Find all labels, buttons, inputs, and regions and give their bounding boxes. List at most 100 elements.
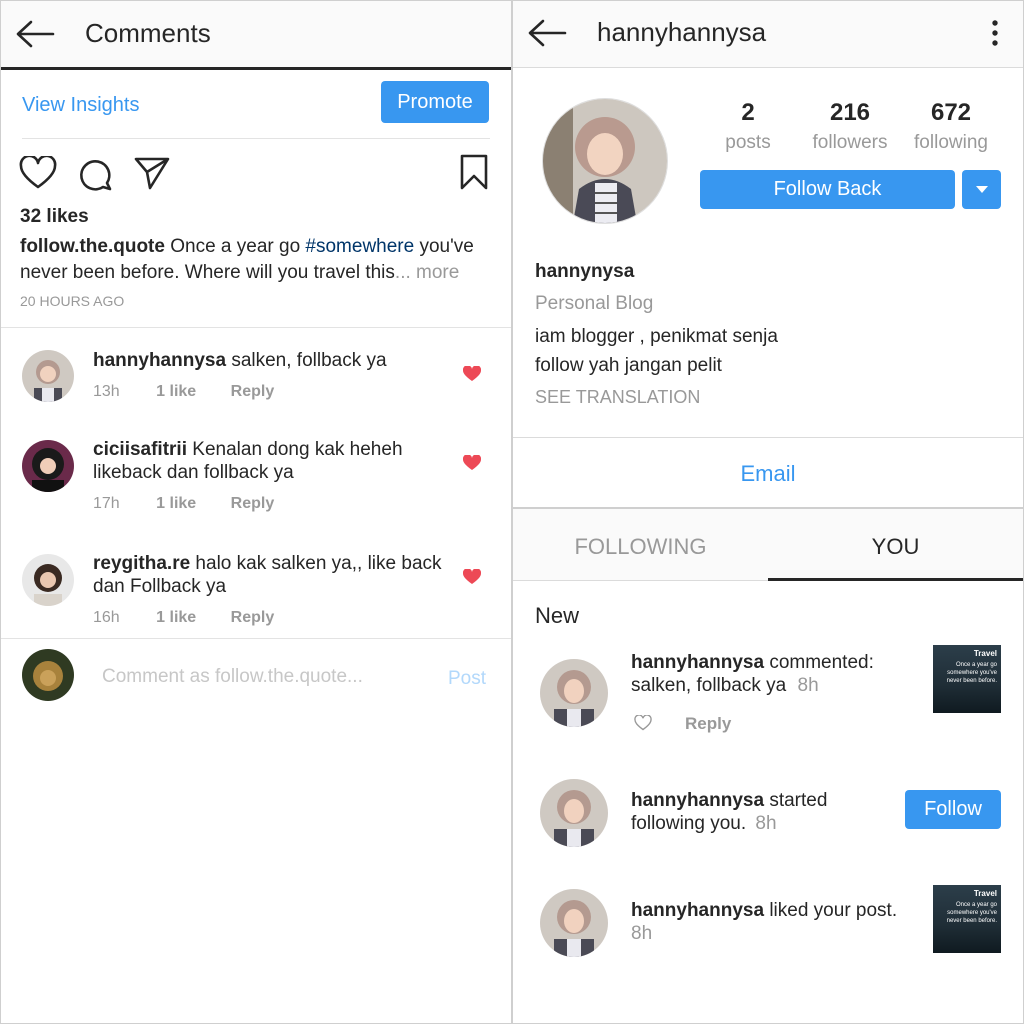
notification-text: hannyhannysa started following you. 8h: [631, 789, 871, 835]
notification-username[interactable]: hannyhannysa: [631, 652, 764, 673]
thumbnail-title: Travel: [973, 649, 997, 658]
likes-count[interactable]: 32 likes: [20, 206, 89, 228]
thumbnail-caption: Once a year go somewhere you've never be…: [946, 662, 997, 684]
comment-text: hannyhannysa salken, follback ya: [93, 349, 453, 372]
stat-label: following: [914, 132, 988, 153]
comment-input[interactable]: Comment as follow.the.quote...: [102, 666, 422, 688]
section-title: New: [535, 603, 580, 628]
header-shadow: [1, 67, 511, 70]
view-insights-link[interactable]: View Insights: [22, 94, 139, 117]
heart-icon[interactable]: [463, 569, 481, 585]
hashtag-link[interactable]: #somewhere: [305, 236, 414, 257]
stat-value: 216: [829, 99, 871, 126]
comment-time: 17h: [93, 495, 120, 512]
post-caption: follow.the.quote Once a year go #somewhe…: [20, 234, 495, 286]
post-thumbnail[interactable]: Travel Once a year go somewhere you've n…: [933, 645, 1001, 713]
comment-likes[interactable]: 1 like: [156, 495, 196, 512]
comment-text: ciciisafitrii Kenalan dong kak heheh lik…: [93, 438, 453, 484]
heart-icon[interactable]: [463, 366, 481, 382]
profile-header: hannyhannysa: [513, 1, 1023, 67]
comment-likes[interactable]: 1 like: [156, 609, 196, 626]
reply-button[interactable]: Reply: [685, 714, 731, 734]
notification-body: liked your post.: [764, 900, 898, 921]
share-icon[interactable]: [133, 155, 171, 191]
post-thumbnail[interactable]: Travel Once a year go somewhere you've n…: [933, 885, 1001, 953]
comment-text: reygitha.re halo kak salken ya,, like ba…: [93, 552, 453, 598]
active-tab-indicator: [768, 578, 1023, 581]
divider: [1, 638, 511, 639]
notification-text: hannyhannysa commented: salken, follback…: [631, 651, 911, 697]
avatar[interactable]: [540, 889, 608, 957]
follow-button[interactable]: Follow: [905, 790, 1001, 829]
divider: [513, 437, 1023, 438]
reply-button[interactable]: Reply: [231, 495, 275, 512]
profile-screen: hannyhannysa 2 posts 216 followers 672 f…: [513, 1, 1023, 1023]
heart-icon[interactable]: [463, 455, 481, 471]
more-link[interactable]: ... more: [395, 262, 459, 283]
profile-category: Personal Blog: [535, 293, 654, 314]
my-avatar: [22, 649, 74, 701]
comment-likes[interactable]: 1 like: [156, 383, 196, 400]
more-options-icon[interactable]: [991, 20, 999, 46]
avatar[interactable]: [22, 350, 74, 402]
profile-avatar[interactable]: [542, 98, 668, 224]
notification-time: 8h: [797, 675, 819, 696]
thumbnail-caption: Once a year go somewhere you've never be…: [946, 902, 997, 924]
avatar[interactable]: [540, 659, 608, 727]
reply-button[interactable]: Reply: [231, 609, 275, 626]
comments-screen: Comments View Insights Promote 32 likes …: [1, 1, 511, 1023]
page-title: hannyhannysa: [597, 17, 767, 47]
stat-label: posts: [725, 132, 771, 153]
stat-following[interactable]: 672 following: [906, 99, 996, 154]
bio-line: follow yah jangan pelit: [535, 355, 722, 376]
avatar[interactable]: [540, 779, 608, 847]
comment-time: 13h: [93, 383, 120, 400]
stat-followers[interactable]: 216 followers: [803, 99, 897, 154]
notification-username[interactable]: hannyhannysa: [631, 900, 764, 921]
comment-time: 16h: [93, 609, 120, 626]
avatar[interactable]: [22, 440, 74, 492]
stat-label: followers: [812, 132, 888, 153]
comment-username[interactable]: reygitha.re: [93, 553, 190, 574]
stat-value: 2: [741, 99, 755, 126]
bio-line: iam blogger , penikmat senja: [535, 326, 778, 347]
comment-meta: 17h 1 like Reply: [93, 495, 274, 513]
follow-back-button[interactable]: Follow Back: [700, 170, 955, 209]
promote-button[interactable]: Promote: [381, 81, 489, 123]
see-translation-link[interactable]: SEE TRANSLATION: [535, 387, 700, 408]
comment-meta: 13h 1 like Reply: [93, 383, 274, 401]
chevron-down-icon: [975, 185, 988, 193]
heart-icon[interactable]: [19, 156, 57, 190]
notification-time: 8h: [631, 923, 653, 944]
caption-username[interactable]: follow.the.quote: [20, 236, 165, 257]
thumbnail-title: Travel: [973, 889, 997, 898]
reply-button[interactable]: Reply: [231, 383, 275, 400]
stat-value: 672: [930, 99, 972, 126]
suggestions-dropdown-button[interactable]: [962, 170, 1001, 209]
email-button[interactable]: Email: [513, 461, 1023, 487]
post-button[interactable]: Post: [448, 668, 486, 690]
profile-name: hannynysa: [535, 261, 635, 282]
comment-body: salken, follback ya: [226, 350, 387, 371]
comment-meta: 16h 1 like Reply: [93, 609, 274, 627]
notification-username[interactable]: hannyhannysa: [631, 790, 764, 811]
divider: [22, 138, 490, 139]
notification-time: 8h: [755, 813, 777, 834]
divider: [1, 327, 511, 328]
caption-text: Once a year go: [164, 236, 306, 257]
notification-text: hannyhannysa liked your post. 8h: [631, 899, 921, 945]
page-title: Comments: [85, 18, 211, 48]
avatar[interactable]: [22, 554, 74, 606]
comment-icon[interactable]: [77, 156, 113, 192]
post-timestamp: 20 HOURS AGO: [20, 293, 125, 309]
stat-posts[interactable]: 2 posts: [708, 99, 788, 154]
tab-you[interactable]: YOU: [768, 534, 1023, 560]
back-arrow-icon[interactable]: [15, 19, 55, 49]
heart-outline-icon[interactable]: [634, 715, 652, 731]
comment-username[interactable]: hannyhannysa: [93, 350, 226, 371]
comment-username[interactable]: ciciisafitrii: [93, 439, 187, 460]
back-arrow-icon[interactable]: [527, 18, 567, 48]
bookmark-icon[interactable]: [458, 153, 490, 191]
tab-following[interactable]: FOLLOWING: [513, 534, 768, 560]
comments-header: Comments: [1, 1, 511, 67]
